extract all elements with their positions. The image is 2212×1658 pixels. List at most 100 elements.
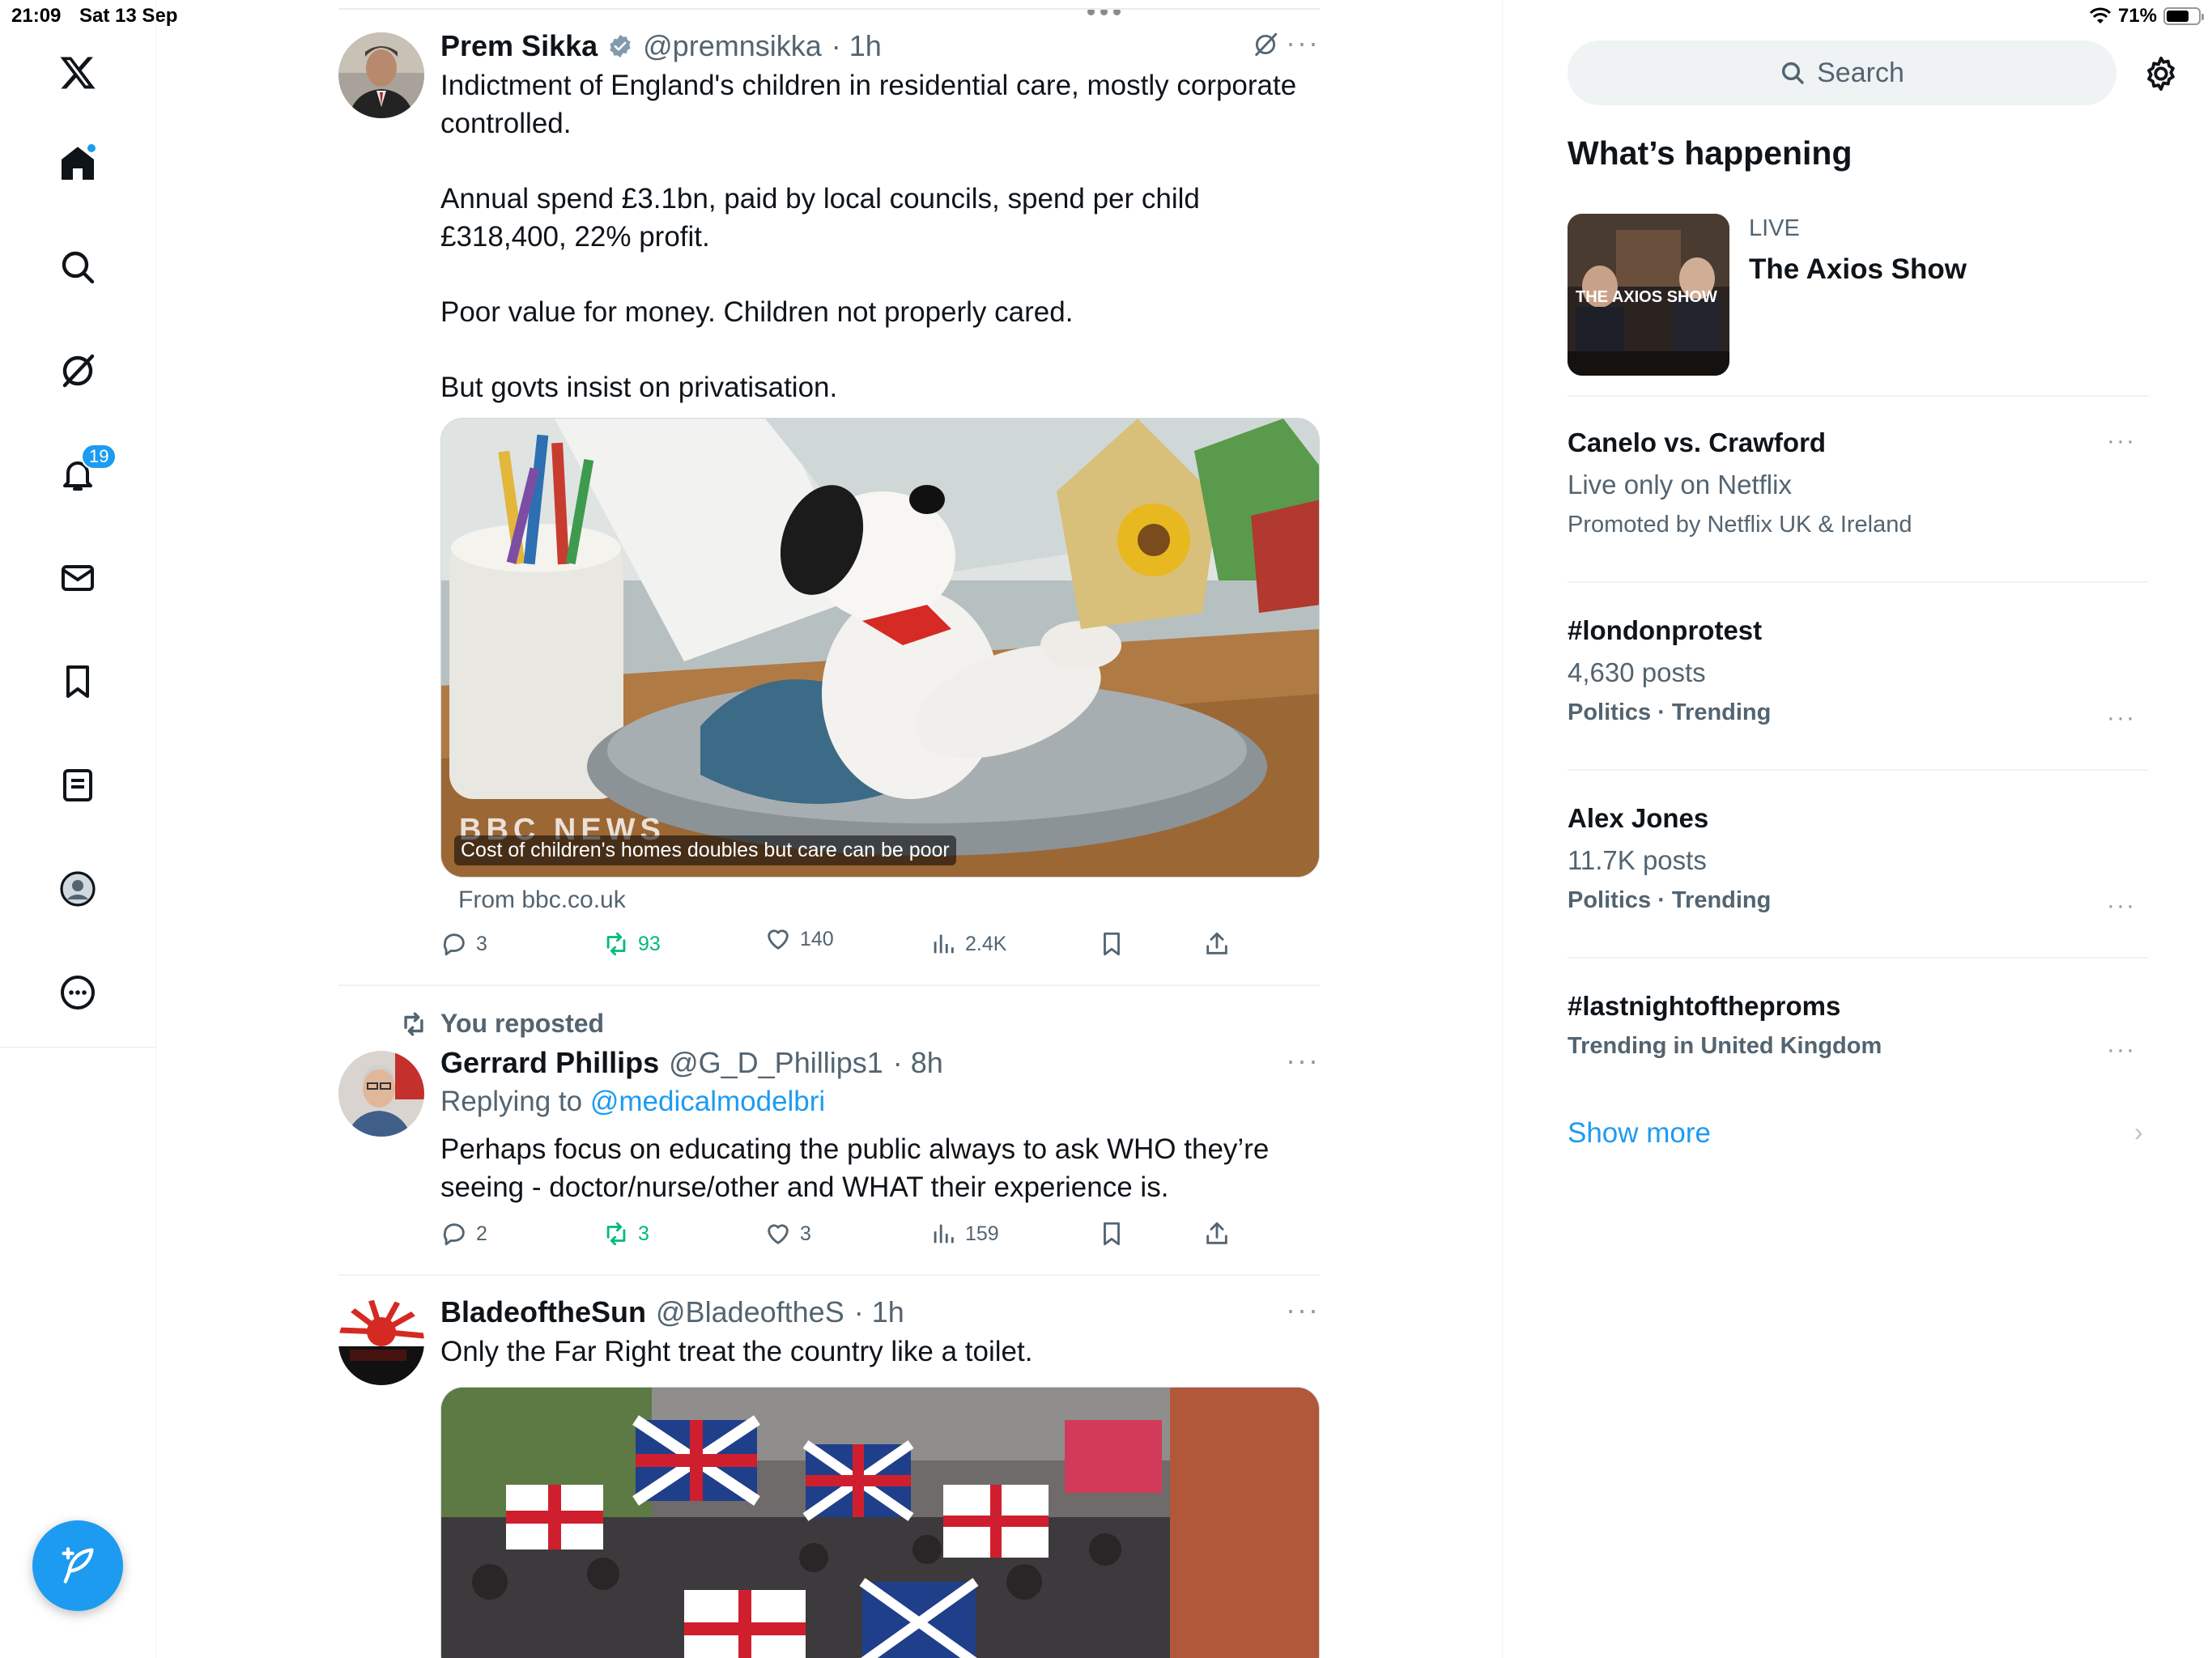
tweet-paragraph: But govts insist on privatisation. bbox=[440, 372, 838, 403]
like-count: 3 bbox=[800, 1222, 811, 1245]
author-name[interactable]: BladeoftheSun bbox=[440, 1295, 646, 1329]
link-source[interactable]: From bbc.co.uk bbox=[458, 886, 626, 914]
replying-to-handle[interactable]: @medicalmodelbri bbox=[590, 1086, 825, 1117]
tweet-time: · 1h bbox=[853, 1295, 904, 1329]
reply-icon bbox=[443, 1223, 465, 1246]
show-more-link[interactable]: Show more bbox=[1568, 1117, 1711, 1150]
trend-divider bbox=[1568, 769, 2149, 771]
tweet-more-icon[interactable]: ··· bbox=[1286, 26, 1320, 60]
tweet-header: BladeoftheSun @BladeoftheS · 1h bbox=[440, 1295, 904, 1329]
bookmark-button[interactable] bbox=[1098, 1220, 1125, 1248]
trend-more-icon[interactable]: ··· bbox=[2107, 1036, 2136, 1064]
trend-divider bbox=[1568, 395, 2149, 397]
trend-divider bbox=[1568, 957, 2149, 959]
bookmark-icon[interactable] bbox=[52, 656, 104, 708]
tweet-text: Indictment of England's children in resi… bbox=[440, 66, 1320, 444]
profile-icon[interactable] bbox=[52, 863, 104, 915]
like-count: 140 bbox=[800, 927, 834, 950]
compose-post-button[interactable] bbox=[32, 1520, 123, 1611]
tweet-text: Only the Far Right treat the country lik… bbox=[440, 1336, 1033, 1367]
avatar[interactable] bbox=[338, 1051, 424, 1137]
protest-crowd-photo bbox=[441, 1388, 1319, 1658]
repost-button[interactable]: 3 bbox=[602, 1220, 649, 1248]
heart-icon bbox=[768, 1224, 789, 1244]
trend-more-icon[interactable]: ··· bbox=[2107, 427, 2136, 455]
trend-item[interactable]: #londonprotest 4,630 posts Politics · Tr… bbox=[1568, 615, 2149, 731]
trend-subtitle: 11.7K posts bbox=[1568, 845, 1707, 875]
link-card-image[interactable]: BBC NEWS Cost of children's homes double… bbox=[440, 418, 1320, 878]
avatar[interactable] bbox=[338, 1299, 424, 1385]
trend-more-icon[interactable]: ··· bbox=[2107, 892, 2136, 920]
trend-title: #lastnightoftheproms bbox=[1568, 991, 1841, 1021]
trend-more-icon[interactable]: ··· bbox=[2107, 704, 2136, 732]
chevron-right-icon: › bbox=[2134, 1117, 2143, 1146]
share-button[interactable] bbox=[1203, 930, 1231, 958]
search-input[interactable]: Search bbox=[1568, 40, 2116, 105]
notifications-badge: 19 bbox=[81, 444, 117, 470]
views-chart-icon bbox=[934, 934, 954, 954]
live-thumbnail[interactable]: THE AXIOS SHOW bbox=[1568, 214, 1729, 376]
trend-divider bbox=[1568, 581, 2149, 583]
tweet-divider bbox=[338, 984, 1320, 986]
live-event[interactable]: LIVE The Axios Show bbox=[1749, 215, 1967, 286]
views-button[interactable]: 159 bbox=[929, 1220, 999, 1248]
author-name[interactable]: Gerrard Phillips bbox=[440, 1046, 659, 1080]
author-name[interactable]: Prem Sikka bbox=[440, 29, 598, 63]
tweet-actions: 2 3 3 159 bbox=[440, 1220, 1250, 1252]
bookmark-button[interactable] bbox=[1098, 930, 1125, 958]
author-handle[interactable]: @BladeoftheS bbox=[656, 1295, 844, 1329]
tweet-image[interactable] bbox=[440, 1387, 1320, 1658]
trend-subtitle: 4,630 posts bbox=[1568, 657, 1706, 687]
views-button[interactable]: 2.4K bbox=[929, 930, 1006, 958]
left-navigation: 19 bbox=[0, 0, 156, 1658]
avatar[interactable] bbox=[338, 32, 424, 118]
home-icon[interactable] bbox=[52, 138, 104, 189]
notifications-bell-icon[interactable]: 19 bbox=[52, 444, 117, 500]
timeline: Prem Sikka @premnsikka · 1h ··· Indictme… bbox=[338, 0, 1320, 1658]
tweet-actions: 3 93 140 2.4K bbox=[440, 928, 1250, 963]
reply-button[interactable]: 3 bbox=[440, 930, 487, 958]
more-circle-icon[interactable] bbox=[52, 967, 104, 1018]
tweet-text: Perhaps focus on educating the public al… bbox=[440, 1133, 1270, 1203]
like-button[interactable]: 140 bbox=[764, 925, 834, 953]
like-button[interactable]: 3 bbox=[764, 1220, 811, 1248]
tweet-paragraph: Indictment of England's children in resi… bbox=[440, 70, 1297, 139]
live-label: LIVE bbox=[1749, 215, 1800, 241]
reply-button[interactable]: 2 bbox=[440, 1220, 487, 1248]
repost-context-label: You reposted bbox=[440, 1009, 605, 1038]
grok-icon[interactable] bbox=[52, 345, 104, 397]
heart-icon bbox=[768, 929, 789, 950]
share-icon bbox=[1206, 932, 1227, 954]
author-handle[interactable]: @premnsikka bbox=[643, 29, 822, 63]
trend-item[interactable]: Alex Jones 11.7K posts Politics · Trendi… bbox=[1568, 803, 2149, 919]
search-icon[interactable] bbox=[52, 241, 104, 293]
trend-title: #londonprotest bbox=[1568, 615, 1763, 645]
tweet-more-icon[interactable]: ··· bbox=[1286, 1044, 1320, 1078]
reply-count: 2 bbox=[476, 1222, 487, 1245]
trend-meta: Politics · Trending bbox=[1568, 699, 1772, 725]
repost-button[interactable]: 93 bbox=[602, 930, 661, 958]
tweet-divider bbox=[338, 1274, 1320, 1276]
messages-envelope-icon[interactable] bbox=[52, 552, 104, 604]
settings-gear-icon[interactable] bbox=[2142, 55, 2180, 92]
tweet-header: Gerrard Phillips @G_D_Phillips1 · 8h bbox=[440, 1046, 943, 1080]
trend-item[interactable]: Canelo vs. Crawford Live only on Netflix… bbox=[1568, 427, 2149, 538]
views-count: 2.4K bbox=[965, 932, 1007, 955]
share-button[interactable] bbox=[1203, 1220, 1231, 1248]
tweet-more-icon[interactable]: ··· bbox=[1286, 1293, 1320, 1327]
lists-icon[interactable] bbox=[52, 759, 104, 811]
tweet-header: Prem Sikka @premnsikka · 1h bbox=[440, 29, 882, 63]
home-new-dot bbox=[86, 142, 97, 154]
snoopy-photo bbox=[441, 419, 1319, 877]
timeline-top-divider bbox=[338, 8, 1320, 10]
trend-title: Alex Jones bbox=[1568, 803, 1709, 833]
grok-icon[interactable] bbox=[1252, 31, 1279, 58]
repost-count: 3 bbox=[638, 1222, 649, 1245]
repost-context: You reposted bbox=[400, 1009, 604, 1039]
replying-to: Replying to @medicalmodelbri bbox=[440, 1086, 825, 1118]
tweet-time: · 1h bbox=[831, 29, 882, 62]
x-logo-icon[interactable] bbox=[52, 47, 104, 99]
trend-item[interactable]: #lastnightoftheproms Trending in United … bbox=[1568, 991, 2149, 1063]
author-handle[interactable]: @G_D_Phillips1 bbox=[669, 1046, 883, 1080]
repost-icon bbox=[606, 1222, 626, 1246]
